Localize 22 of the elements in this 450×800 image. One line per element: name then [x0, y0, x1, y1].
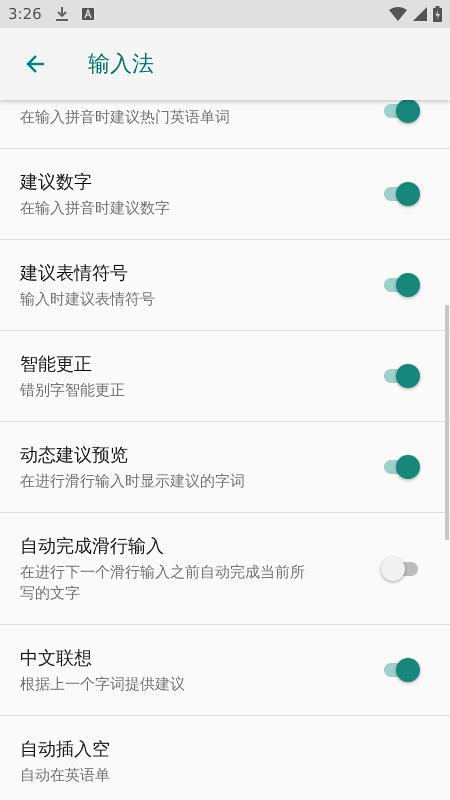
setting-description: 错别字智能更正 [20, 380, 126, 400]
setting-title: 建议数字 [20, 170, 93, 194]
setting-title: 动态建议预览 [20, 444, 129, 466]
setting-title: 自动完成滑行输入 [20, 534, 165, 558]
download-icon [56, 7, 68, 21]
setting-description: 在输入拼音时建议数字 [20, 198, 171, 218]
setting-description: 根据上一个字词提供建议 [20, 674, 186, 694]
battery-icon [433, 6, 442, 22]
setting-title: 智能更正 [20, 352, 93, 376]
wifi-icon [389, 7, 407, 21]
setting-title: 中文联想 [20, 646, 93, 670]
setting-description: 在进行下一个滑行输入之前自动完成当前所写的文字 [20, 562, 305, 604]
keyboard-icon [82, 8, 94, 20]
setting-description: 自动在英语单 [20, 764, 111, 786]
page-title: 输入法 [88, 51, 154, 79]
setting-description: 在进行滑行输入时显示建议的字词 [20, 470, 246, 492]
setting-title: 自动插入空 [20, 738, 111, 760]
setting-description: 输入时建议表情符号 [20, 288, 156, 310]
status-time: 3:26 [8, 5, 42, 23]
setting-title: 建议表情符号 [20, 262, 129, 284]
signal-icon [413, 7, 427, 21]
setting-description: 在输入拼音时建议热门英语单词 [20, 107, 231, 128]
